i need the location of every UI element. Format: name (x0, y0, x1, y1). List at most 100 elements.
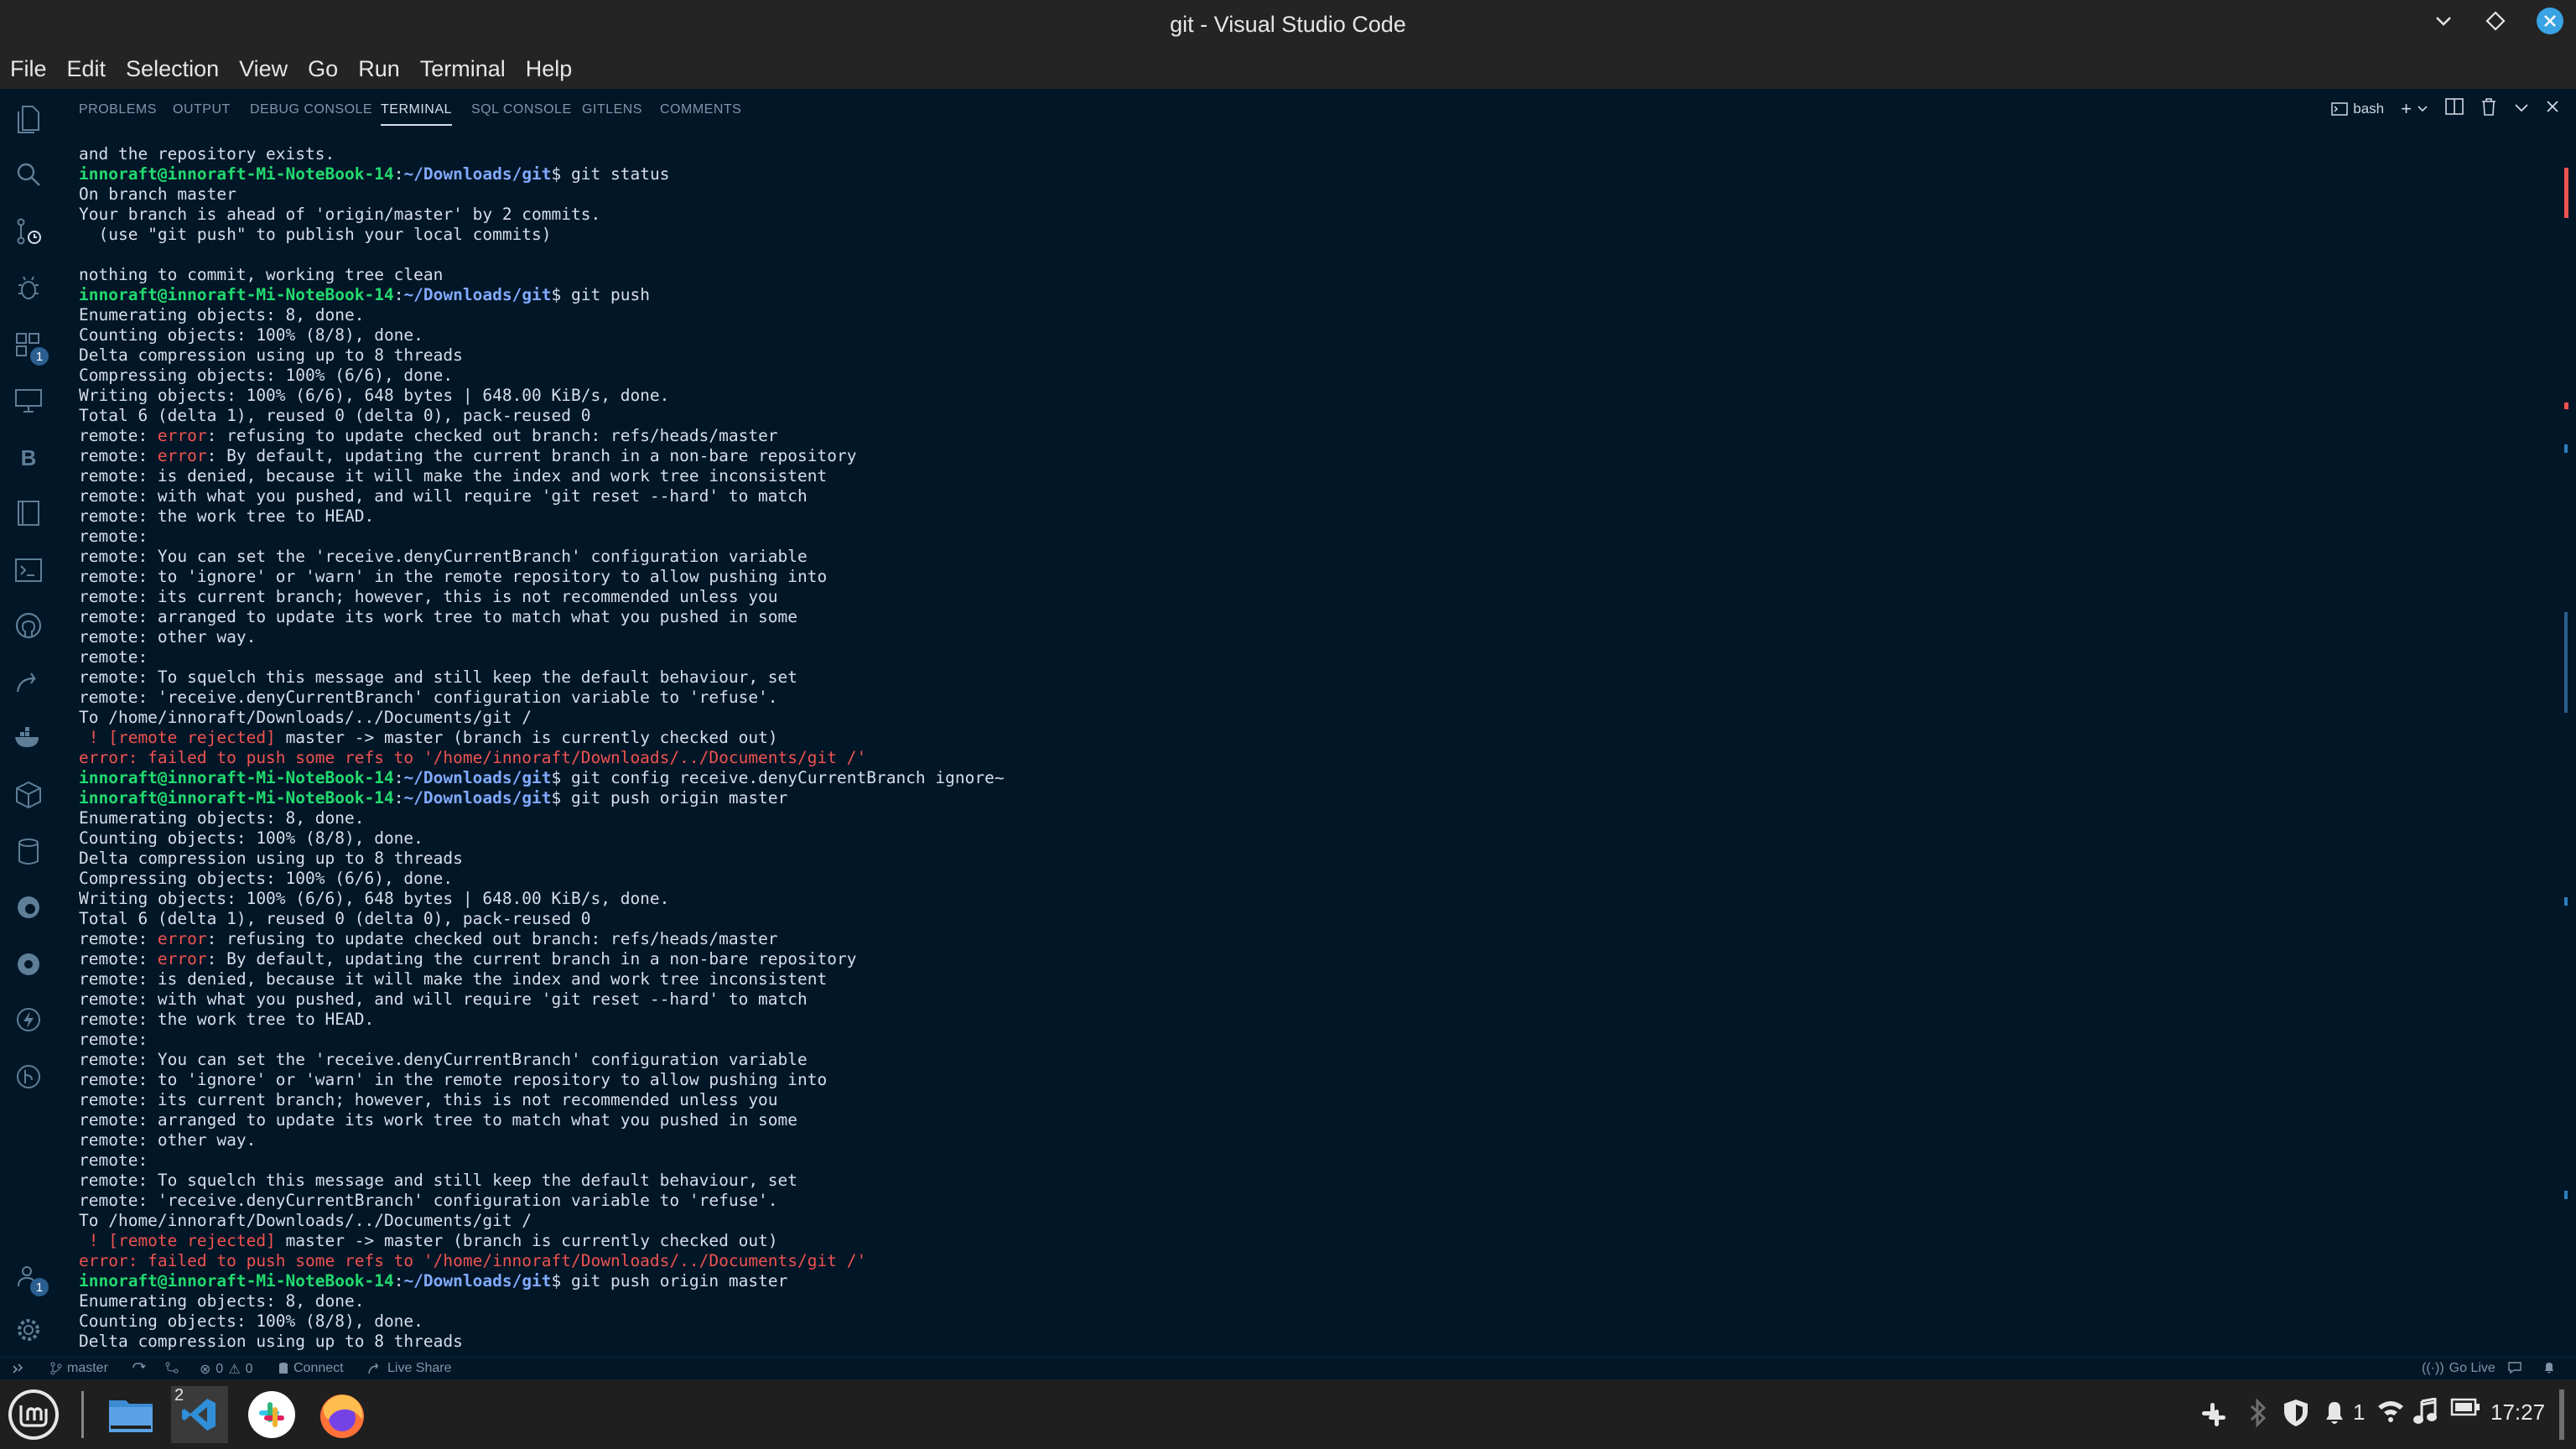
show-desktop-button[interactable] (2559, 1389, 2564, 1440)
chevron-down-icon (2418, 105, 2428, 112)
taskbar-separator (81, 1391, 84, 1438)
mint-menu-icon[interactable] (5, 1386, 62, 1443)
gear-icon[interactable] (12, 1313, 45, 1347)
terminal-icon[interactable] (12, 553, 45, 587)
terminal-output-line: remote: is denied, because it will make … (79, 466, 2544, 486)
terminal-output-line: remote: is denied, because it will make … (79, 969, 2544, 989)
terminal-command: git status (571, 164, 670, 184)
tab-problems[interactable]: PROBLEMS (79, 102, 157, 117)
remote-indicator[interactable] (0, 1358, 35, 1379)
notifications-tray[interactable]: 1 (2321, 1398, 2365, 1426)
terminal-shell-selector[interactable]: bash (2331, 101, 2384, 117)
menu-selection[interactable]: Selection (116, 56, 229, 82)
settings-sync-icon[interactable] (12, 948, 45, 981)
volume-icon[interactable] (2413, 1398, 2438, 1426)
rejected-tag: ! [remote rejected] (79, 728, 276, 747)
menu-run[interactable]: Run (348, 56, 410, 82)
new-terminal-button[interactable]: + (2401, 98, 2428, 120)
prompt-user: innoraft@innoraft-Mi-NoteBook-14 (79, 285, 394, 304)
menu-view[interactable]: View (229, 56, 298, 82)
terminal-output-line: remote: To squelch this message and stil… (79, 1171, 2544, 1191)
bell-icon[interactable] (2542, 1361, 2556, 1374)
maximize-icon[interactable] (2484, 9, 2507, 33)
prompt-symbol: $ (551, 164, 572, 184)
chevron-down-icon[interactable] (2514, 101, 2529, 117)
shield-icon[interactable] (2283, 1398, 2309, 1428)
remote-prefix: remote: (79, 929, 158, 948)
gitlens-icon[interactable] (12, 1060, 45, 1093)
menu-edit[interactable]: Edit (57, 56, 117, 82)
package-icon[interactable] (12, 778, 45, 812)
git-graph-icon[interactable] (164, 1361, 179, 1374)
terminal-text: Compressing objects: 100% (6/6), done. (79, 869, 454, 888)
tab-output[interactable]: OUTPUT (173, 102, 231, 117)
panel-toolbar: bash + (2331, 97, 2559, 120)
menu-terminal[interactable]: Terminal (410, 56, 516, 82)
menu-help[interactable]: Help (516, 56, 583, 82)
firefox-icon[interactable] (314, 1386, 371, 1443)
live-share-button[interactable]: Live Share (367, 1361, 452, 1376)
docker-icon[interactable] (12, 721, 45, 755)
database-icon (279, 1363, 288, 1374)
vscode-window-count: 2 (174, 1386, 184, 1405)
bold-b-icon[interactable]: B (12, 441, 45, 475)
accounts-icon[interactable]: 1 (12, 1259, 49, 1296)
terminal-text: Counting objects: 100% (8/8), done. (79, 325, 423, 345)
files-icon[interactable] (102, 1386, 159, 1443)
lightning-icon[interactable] (12, 1003, 45, 1036)
search-icon[interactable] (12, 158, 45, 191)
github-icon[interactable] (12, 609, 45, 642)
go-live-button[interactable]: ((·)) Go Live (2422, 1361, 2496, 1376)
clock[interactable]: 17:27 (2490, 1400, 2545, 1426)
branch-indicator[interactable]: master (50, 1361, 108, 1376)
tab-terminal[interactable]: TERMINAL (381, 102, 452, 126)
terminal-output-line: remote: arranged to update its work tree… (79, 607, 2544, 627)
bluetooth-icon[interactable] (2249, 1398, 2267, 1428)
terminal-text: remote: other way. (79, 1130, 257, 1150)
debug-icon[interactable] (12, 272, 45, 305)
terminal-output[interactable]: and the repository exists. innoraft@innor… (79, 144, 2544, 1353)
terminal-output-line: Your branch is ahead of 'origin/master' … (79, 205, 2544, 225)
trash-icon[interactable] (2480, 97, 2497, 120)
terminal-scrollbar[interactable] (2564, 143, 2569, 1350)
wifi-icon[interactable] (2376, 1398, 2405, 1423)
prompt-path: ~/Downloads/git (403, 164, 552, 184)
terminal-text: master -> master (branch is currently ch… (285, 1231, 778, 1250)
menu-go[interactable]: Go (298, 56, 348, 82)
battery-icon[interactable] (2450, 1398, 2480, 1416)
terminal-command: git config receive.denyCurrentBranch ign… (571, 768, 1005, 787)
rejected-tag: ! [remote rejected] (79, 1231, 276, 1250)
tab-debug-console[interactable]: DEBUG CONSOLE (250, 102, 372, 117)
sync-icon[interactable] (131, 1361, 146, 1374)
source-control-icon[interactable] (12, 215, 45, 248)
vscode-taskbar-icon[interactable]: 2 (171, 1386, 228, 1443)
close-icon[interactable] (2536, 7, 2564, 35)
terminal-text: remote: with what you pushed, and will r… (79, 486, 808, 506)
explorer-icon[interactable] (12, 102, 45, 136)
slack-icon[interactable] (243, 1386, 300, 1443)
connect-button[interactable]: Connect (278, 1361, 344, 1376)
title-bar: git - Visual Studio Code (0, 0, 2576, 49)
split-terminal-icon[interactable] (2445, 98, 2464, 119)
notebook-icon[interactable] (12, 496, 45, 530)
minimize-icon[interactable] (2432, 9, 2455, 33)
prompt-symbol: $ (551, 788, 572, 808)
terminal-error-line: error: failed to push some refs to '/hom… (79, 1251, 2544, 1271)
edge-icon[interactable] (12, 891, 45, 924)
problems-indicator[interactable]: ⊗ 0 ⚠ 0 (200, 1361, 253, 1378)
terminal-text: refusing to update checked out branch: r… (226, 929, 778, 948)
terminal-text: remote: its current branch; however, thi… (79, 1090, 778, 1109)
close-panel-icon[interactable] (2546, 100, 2559, 117)
prompt-symbol: $ (551, 768, 572, 787)
tab-gitlens[interactable]: GITLENS (582, 102, 642, 117)
live-share-icon[interactable] (12, 666, 45, 699)
extensions-icon[interactable]: 1 (12, 329, 49, 366)
remote-explorer-icon[interactable] (12, 384, 45, 418)
feedback-icon[interactable] (2507, 1361, 2522, 1374)
slack-tray-icon[interactable] (2197, 1398, 2231, 1431)
database-icon[interactable] (12, 835, 45, 869)
terminal-output-line: remote: with what you pushed, and will r… (79, 989, 2544, 1010)
menu-file[interactable]: File (0, 56, 57, 82)
tab-sql-console[interactable]: SQL CONSOLE (471, 102, 572, 117)
tab-comments[interactable]: COMMENTS (660, 102, 741, 117)
